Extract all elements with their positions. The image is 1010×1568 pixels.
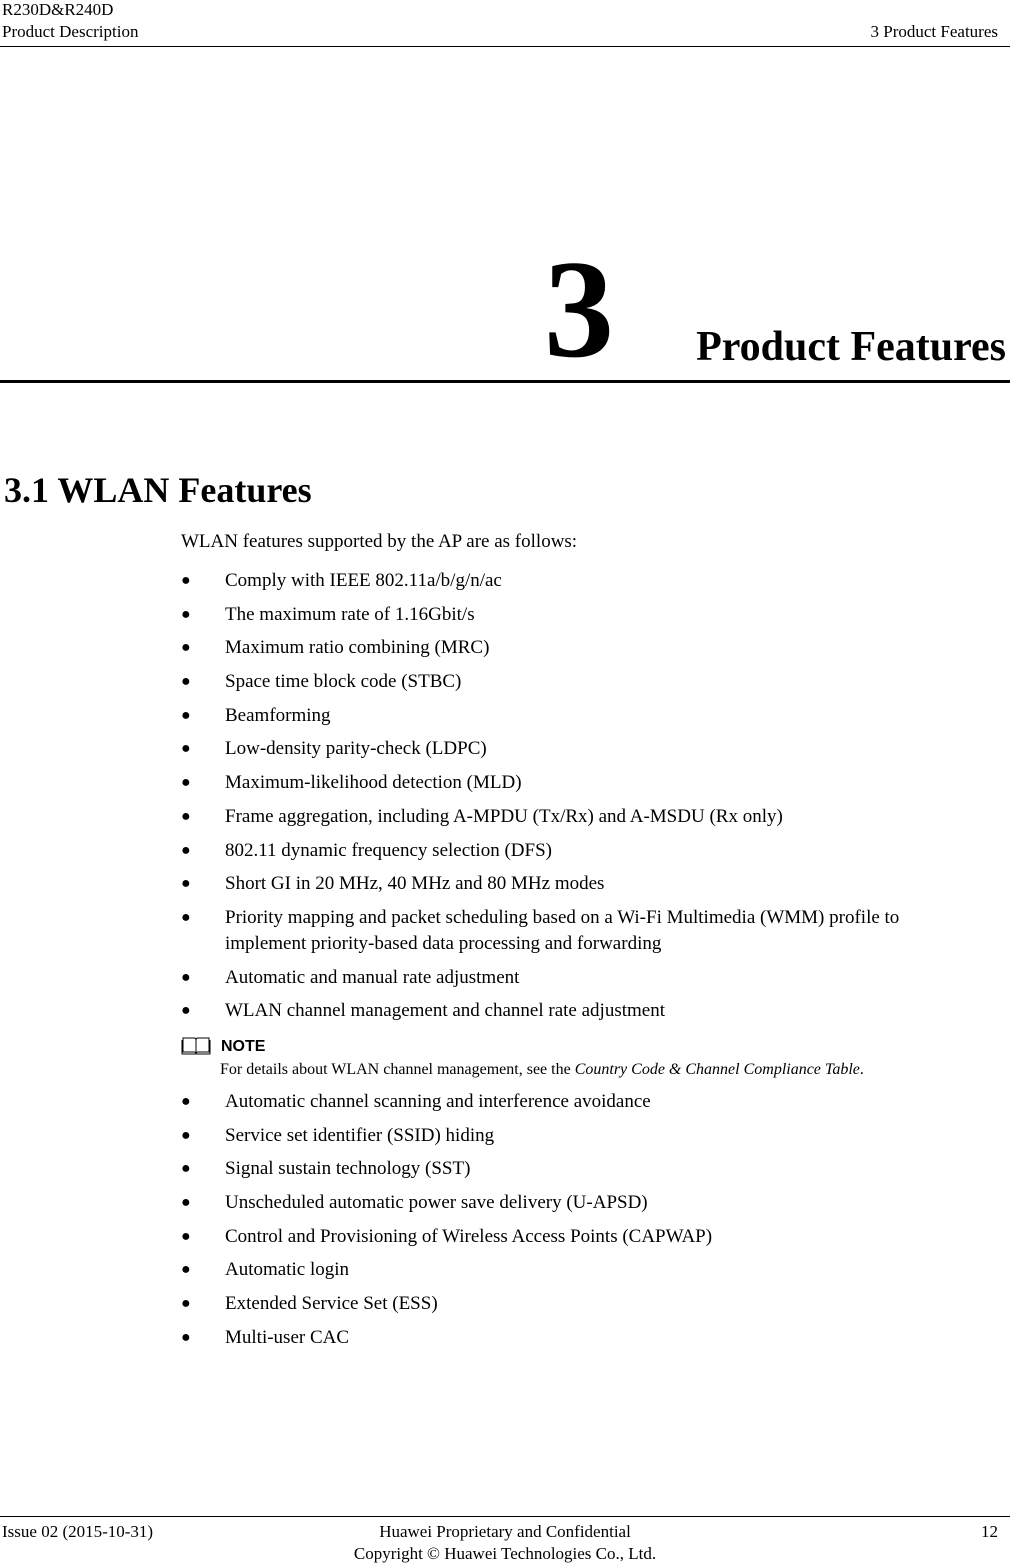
section-intro: WLAN features supported by the AP are as…: [181, 531, 578, 552]
bullet-icon: ●: [181, 1160, 191, 1178]
bullet-icon: ●: [181, 1261, 191, 1279]
list-item: ● Multi-user CAC: [181, 1325, 1005, 1351]
list-item: ● WLAN channel management and channel rat…: [181, 998, 1005, 1024]
note-label: NOTE: [221, 1038, 266, 1055]
chapter-number: 3: [544, 232, 614, 387]
header-chapter-ref: 3 Product Features: [870, 22, 998, 41]
header-product: R230D&R240D: [2, 0, 114, 19]
list-item: ● Signal sustain technology (SST): [181, 1156, 1005, 1182]
list-item: ● Priority mapping and packet scheduling …: [181, 906, 900, 954]
list-item: ● Automatic channel scanning and interfer…: [181, 1089, 1005, 1115]
section-title: 3.1 WLAN Features: [4, 470, 312, 510]
list-item: ● Short GI in 20 MHz, 40 MHz and 80 MHz m…: [181, 871, 1005, 897]
list-item: ● Beamforming: [181, 703, 1005, 729]
bullet-icon: ●: [181, 1295, 191, 1313]
list-item: ● Control and Provisioning of Wireless Ac…: [181, 1224, 1005, 1250]
list-item: ● Maximum ratio combining (MRC): [181, 635, 1005, 661]
bullet-icon: ●: [181, 673, 191, 691]
list-item: ● Low-density parity-check (LDPC): [181, 736, 1005, 762]
bullet-icon: ●: [181, 875, 191, 893]
bullet-icon: ●: [181, 639, 191, 657]
note-text: For details about WLAN channel managemen…: [220, 1061, 864, 1078]
header-doc-type: Product Description: [2, 22, 139, 41]
bullet-icon: ●: [181, 1194, 191, 1212]
chapter-title: Product Features: [696, 324, 1006, 370]
bullet-icon: ●: [181, 968, 191, 986]
footer-center: Huawei Proprietary and Confidential Copy…: [0, 1521, 1010, 1565]
page-footer: Issue 02 (2015-10-31) Huawei Proprietary…: [0, 1516, 1010, 1568]
feature-list-1: ● Comply with IEEE 802.11a/b/g/n/ac ● The …: [181, 568, 1005, 1032]
feature-list-2: ● Automatic channel scanning and interfer…: [181, 1089, 1005, 1359]
bullet-icon: ●: [181, 572, 191, 589]
book-icon: [181, 1037, 211, 1055]
list-item: ● Automatic login: [181, 1257, 1005, 1283]
bullet-icon: ●: [181, 605, 191, 623]
list-item: ● Space time block code (STBC): [181, 669, 1005, 695]
list-item: ● Maximum-likelihood detection (MLD): [181, 770, 1005, 796]
bullet-icon: ●: [181, 774, 191, 792]
footer-confidential: Huawei Proprietary and Confidential: [379, 1522, 631, 1541]
list-item: ● Comply with IEEE 802.11a/b/g/n/ac: [181, 568, 1005, 594]
list-item: ● Frame aggregation, including A-MPDU (Tx…: [181, 804, 1005, 830]
bullet-icon: ●: [181, 1002, 191, 1020]
list-item: ● The maximum rate of 1.16Gbit/s: [181, 602, 1005, 628]
bullet-icon: ●: [181, 1093, 191, 1110]
footer-copyright: Copyright © Huawei Technologies Co., Ltd…: [353, 1544, 657, 1563]
list-item: ● Service set identifier (SSID) hiding: [181, 1123, 1005, 1149]
bullet-icon: ●: [181, 1227, 191, 1245]
list-item: ● Automatic and manual rate adjustment: [181, 965, 1005, 991]
list-item: ● 802.11 dynamic frequency selection (DFS…: [181, 838, 1005, 864]
bullet-icon: ●: [181, 807, 191, 825]
list-item: ● Extended Service Set (ESS): [181, 1291, 1005, 1317]
bullet-icon: ●: [181, 740, 191, 758]
bullet-icon: ●: [181, 908, 191, 926]
page-number: 12: [981, 1522, 998, 1541]
note-doc-reference: Country Code & Channel Compliance Table: [574, 1061, 860, 1078]
bullet-icon: ●: [181, 706, 191, 724]
bullet-icon: ●: [181, 1328, 191, 1346]
chapter-heading: 3 Product Features: [0, 240, 1010, 383]
bullet-icon: ●: [181, 1126, 191, 1144]
bullet-icon: ●: [181, 841, 191, 859]
page-header: R230D&R240D Product Description 3 Produc…: [0, 0, 1010, 47]
list-item: ● Unscheduled automatic power save delive…: [181, 1190, 1005, 1216]
